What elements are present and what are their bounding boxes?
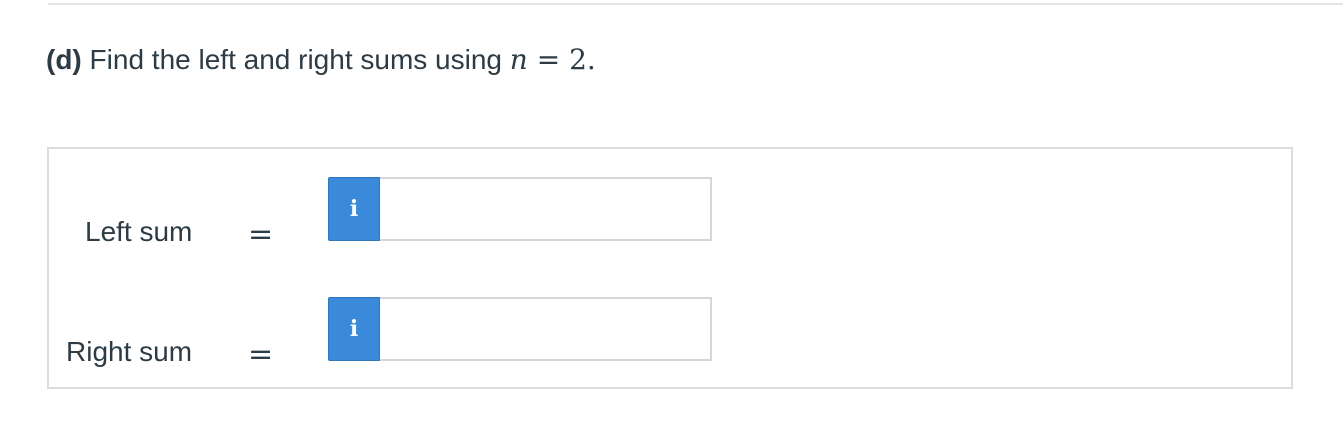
left-sum-input[interactable] [380, 177, 712, 241]
right-sum-info-icon[interactable]: i [328, 297, 380, 361]
left-sum-equals: = [248, 217, 274, 252]
right-sum-input[interactable] [380, 297, 712, 361]
answer-box: Left sum = i Right sum = i [47, 147, 1293, 389]
right-sum-equals: = [248, 337, 274, 372]
question-part-label: (d) [46, 44, 82, 75]
question-prompt: Find the left and right sums using [81, 44, 510, 75]
question-math: n = 2. [510, 43, 596, 76]
question-text: (d) Find the left and right sums using n… [46, 42, 596, 78]
math-expression: = 2. [527, 43, 596, 76]
left-sum-info-icon[interactable]: i [328, 177, 380, 241]
math-variable: n [509, 43, 528, 76]
top-divider [48, 3, 1343, 5]
left-sum-label: Left sum [85, 216, 193, 247]
right-sum-label: Right sum [66, 336, 193, 367]
